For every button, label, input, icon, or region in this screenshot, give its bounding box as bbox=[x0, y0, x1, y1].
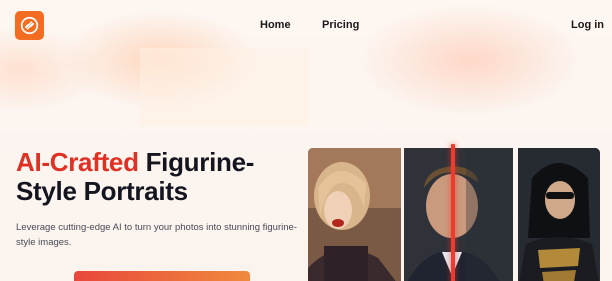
hero-description: Leverage cutting-edge AI to turn your ph… bbox=[16, 222, 297, 248]
hero-title-accent: AI-Crafted bbox=[16, 147, 139, 177]
nav-login-link[interactable]: Log in bbox=[571, 19, 604, 31]
hero-title-part2: Style Portraits bbox=[16, 176, 188, 206]
logo[interactable] bbox=[15, 11, 44, 40]
background-panel bbox=[140, 48, 308, 126]
link-chain-icon bbox=[20, 16, 39, 35]
comparison-photo bbox=[404, 148, 513, 281]
nav-home-link[interactable]: Home bbox=[260, 19, 291, 31]
hero-title-part1: Figurine- bbox=[138, 147, 255, 177]
comparison-slider-handle[interactable] bbox=[451, 144, 455, 281]
hero-title: AI-Crafted Figurine- Style Portraits bbox=[16, 148, 306, 206]
cta-button[interactable] bbox=[74, 271, 250, 281]
nav-pricing-link[interactable]: Pricing bbox=[322, 19, 359, 31]
navbar: Home Pricing Log in bbox=[0, 0, 612, 52]
figurine-photo bbox=[518, 148, 600, 281]
portrait-photo bbox=[308, 148, 401, 281]
